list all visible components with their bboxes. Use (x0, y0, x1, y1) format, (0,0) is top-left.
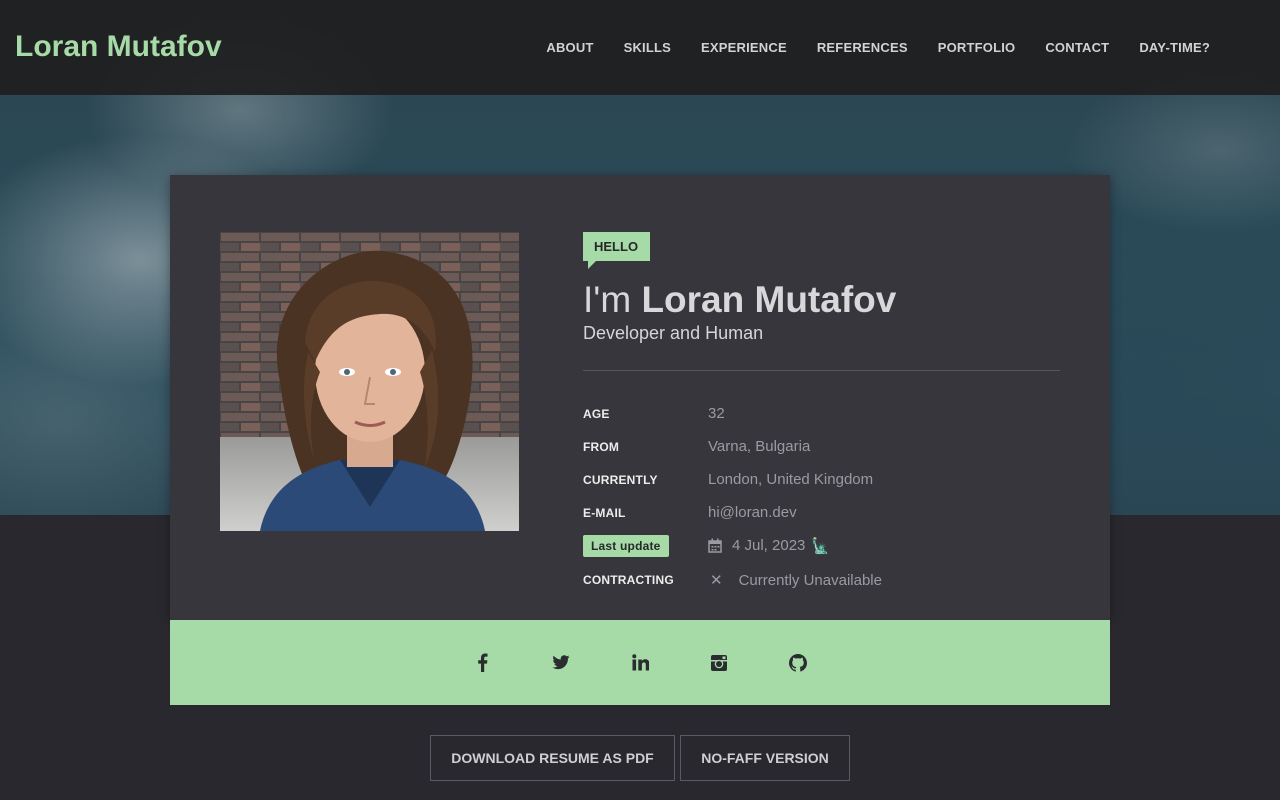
calendar-icon (708, 538, 722, 553)
close-icon: ✕ (710, 572, 723, 589)
profile-subtitle: Developer and Human (583, 323, 764, 343)
download-resume-button[interactable]: DOWNLOAD RESUME AS PDF (430, 735, 675, 781)
no-faff-version-button[interactable]: NO-FAFF VERSION (680, 735, 850, 781)
detail-label: CURRENTLY (583, 472, 658, 487)
detail-row-age: AGE 32 (583, 397, 1060, 430)
top-navbar: Loran Mutafov ABOUT SKILLS EXPERIENCE RE… (0, 0, 1280, 95)
detail-value-cell: 4 Jul, 2023 🗽 (708, 537, 830, 555)
profile-name: Loran Mutafov (641, 279, 897, 320)
detail-value-cell: ✕ Currently Unavailable (708, 571, 882, 590)
contracting-status: Currently Unavailable (738, 571, 882, 589)
nav-item-references[interactable]: REFERENCES (817, 40, 908, 55)
hello-tag: HELLO (583, 232, 651, 269)
profile-info: HELLO I'm Loran Mutafov Developer and Hu… (583, 232, 1060, 598)
detail-row-from: FROM Varna, Bulgaria (583, 430, 1060, 463)
twitter-icon[interactable] (551, 653, 571, 673)
detail-value: Varna, Bulgaria (708, 438, 811, 455)
detail-label: AGE (583, 406, 610, 421)
profile-details: AGE 32 FROM Varna, Bulgaria CURRENTLY Lo… (583, 397, 1060, 598)
heading-prefix: I'm (583, 279, 632, 320)
profile-card: HELLO I'm Loran Mutafov Developer and Hu… (170, 175, 1110, 620)
nav-item-about[interactable]: ABOUT (546, 40, 593, 55)
site-brand[interactable]: Loran Mutafov (15, 30, 222, 64)
social-links (170, 620, 1110, 705)
detail-row-contracting: CONTRACTING ✕ Currently Unavailable (583, 562, 1060, 598)
detail-value: London, United Kingdom (708, 471, 874, 488)
detail-row-currently: CURRENTLY London, United Kingdom (583, 463, 1060, 496)
detail-label-cell: Last update (583, 534, 708, 557)
profile-photo (220, 232, 519, 531)
nav-item-skills[interactable]: SKILLS (624, 40, 671, 55)
detail-value: 32 (708, 405, 725, 422)
profile-heading: I'm Loran Mutafov (583, 280, 1060, 320)
divider (583, 370, 1060, 371)
nav-item-day-time[interactable]: DAY-TIME? (1139, 40, 1210, 55)
statue-of-liberty-emoji: 🗽 (811, 537, 831, 555)
nav-item-contact[interactable]: CONTACT (1045, 40, 1109, 55)
detail-label: E-MAIL (583, 505, 626, 520)
nav-item-portfolio[interactable]: PORTFOLIO (938, 40, 1016, 55)
detail-label: FROM (583, 439, 620, 454)
facebook-icon[interactable] (472, 653, 492, 673)
detail-row-email: E-MAIL hi@loran.dev (583, 496, 1060, 529)
nav-item-experience[interactable]: EXPERIENCE (701, 40, 787, 55)
linkedin-icon[interactable] (630, 653, 650, 673)
instagram-icon[interactable] (709, 653, 729, 673)
email-link[interactable]: hi@loran.dev (708, 504, 797, 521)
github-icon[interactable] (788, 653, 808, 673)
detail-row-last-update: Last update 4 Jul, 2023 🗽 (583, 529, 1060, 562)
last-update-badge: Last update (583, 534, 669, 557)
main-nav: ABOUT SKILLS EXPERIENCE REFERENCES PORTF… (546, 40, 1210, 55)
detail-label: CONTRACTING (583, 573, 674, 587)
last-update-date: 4 Jul, 2023 (732, 537, 806, 554)
